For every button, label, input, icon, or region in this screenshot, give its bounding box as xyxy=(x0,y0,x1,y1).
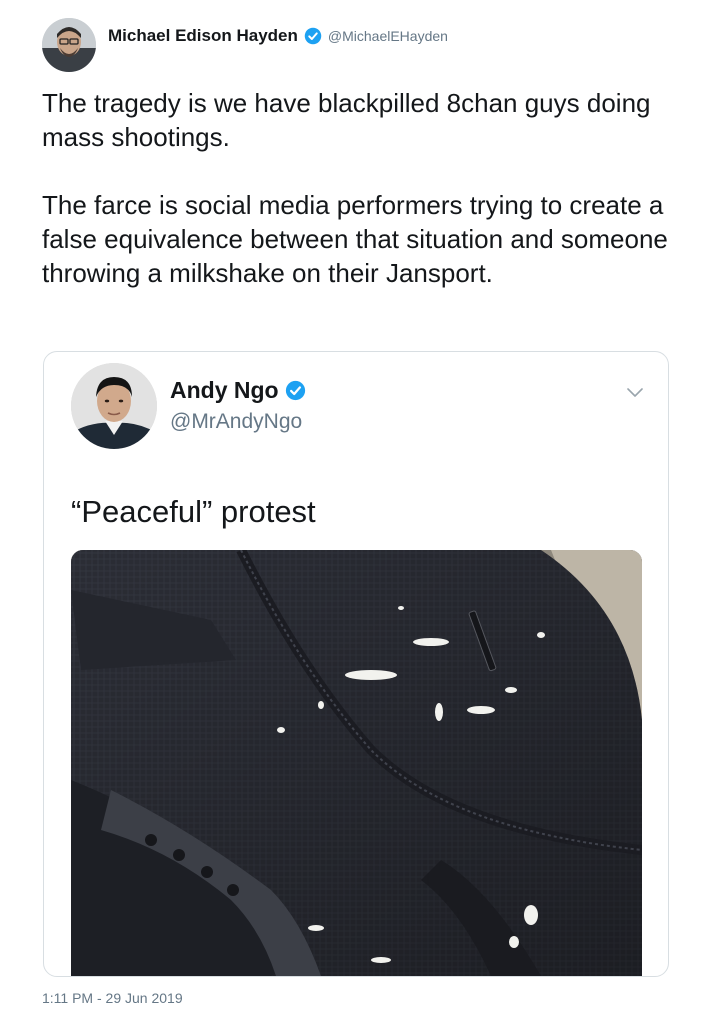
chevron-down-icon[interactable] xyxy=(626,386,644,398)
quoted-author-name[interactable]: Andy Ngo xyxy=(170,377,279,404)
quoted-author-avatar[interactable] xyxy=(71,363,157,449)
verified-badge-icon xyxy=(304,27,322,45)
quoted-author-handle[interactable]: @MrAndyNgo xyxy=(170,410,302,434)
verified-badge-icon xyxy=(285,380,306,401)
user-avatar-icon xyxy=(42,18,96,72)
author-line: Michael Edison Hayden @MichaelEHayden xyxy=(108,24,448,48)
quoted-tweet[interactable]: Andy Ngo @MrAndyNgo “Peaceful” protest xyxy=(43,351,669,977)
backpack-photo-image xyxy=(71,550,642,976)
quoted-tweet-photo[interactable] xyxy=(71,550,642,976)
quoted-tweet-text: “Peaceful” protest xyxy=(71,494,316,529)
tweet-paragraph: The farce is social media performers try… xyxy=(42,190,668,288)
tweet-paragraph: The tragedy is we have blackpilled 8chan… xyxy=(42,88,651,152)
author-avatar[interactable] xyxy=(42,18,96,72)
tweet-text: The tragedy is we have blackpilled 8chan… xyxy=(42,86,682,290)
tweet: Michael Edison Hayden @MichaelEHayden Th… xyxy=(0,0,706,1024)
author-handle[interactable]: @MichaelEHayden xyxy=(328,28,448,44)
author-name[interactable]: Michael Edison Hayden xyxy=(108,26,298,46)
quoted-author-line: Andy Ngo xyxy=(170,376,306,404)
tweet-timestamp[interactable]: 1:11 PM - 29 Jun 2019 xyxy=(42,990,183,1006)
user-avatar-icon xyxy=(71,363,157,449)
